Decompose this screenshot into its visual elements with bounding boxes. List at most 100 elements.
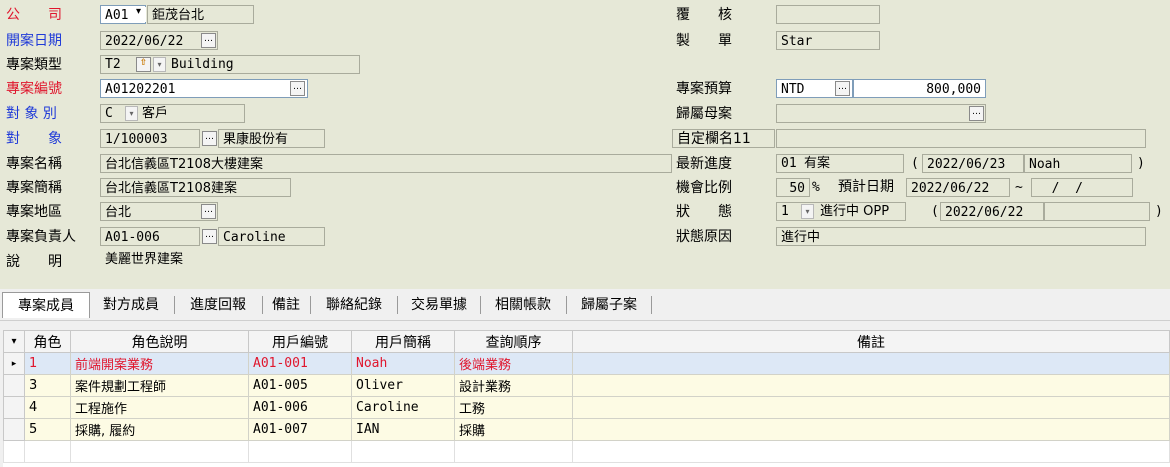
cell-user-name[interactable]: IAN: [351, 418, 455, 441]
area-lookup-button[interactable]: …: [201, 204, 216, 219]
company-code: A01: [105, 8, 129, 23]
review-field: [776, 5, 880, 24]
project-no-input[interactable]: A01202201: [100, 79, 308, 98]
tab-contact-records[interactable]: 聯絡紀錄: [314, 294, 394, 316]
cell-user-id[interactable]: A01-007: [248, 418, 352, 441]
label-company: 公 司: [6, 7, 62, 23]
cell-query-order[interactable]: 工務: [454, 396, 573, 419]
cell-role-desc[interactable]: 前端開案業務: [70, 352, 249, 375]
row-header[interactable]: [3, 418, 25, 441]
cell-user-name[interactable]: Oliver: [351, 374, 455, 397]
table-row[interactable]: 5 採購, 履約 A01-007 IAN 採購: [3, 418, 1170, 441]
chance-pct-field[interactable]: 50: [776, 178, 810, 197]
col-header-role[interactable]: 角色: [24, 330, 71, 353]
project-name-field[interactable]: 台北信義區T2108大樓建案: [100, 154, 672, 173]
cell-user-name[interactable]: Noah: [351, 352, 455, 375]
parent-field[interactable]: [776, 104, 986, 123]
open-date-picker-button[interactable]: …: [201, 33, 216, 48]
est-date-label: 預計日期: [838, 179, 894, 195]
cell-query-order[interactable]: 後端業務: [454, 352, 573, 375]
cell-empty[interactable]: [454, 440, 573, 463]
project-short-field[interactable]: 台北信義區T2108建案: [100, 178, 291, 197]
cell-user-id[interactable]: A01-005: [248, 374, 352, 397]
custom-field[interactable]: [776, 129, 1146, 148]
row-header[interactable]: [3, 440, 25, 463]
cell-note[interactable]: [572, 418, 1170, 441]
table-row[interactable]: 4 工程施作 A01-006 Caroline 工務: [3, 396, 1170, 419]
tab-progress-report[interactable]: 進度回報: [178, 294, 258, 316]
tab-related-accounts[interactable]: 相關帳款: [484, 294, 562, 316]
object-type-dropdown-icon[interactable]: ▾: [125, 106, 138, 121]
company-dropdown-icon[interactable]: ▾: [131, 7, 146, 22]
currency-lookup-button[interactable]: …: [835, 81, 850, 96]
status-date-field: 2022/06/22: [940, 202, 1044, 221]
status-dropdown-icon[interactable]: ▾: [801, 204, 814, 219]
est-date-to-field[interactable]: / /: [1031, 178, 1133, 197]
tab-separator: [480, 296, 481, 314]
cell-note[interactable]: [572, 396, 1170, 419]
object-name-field: 果康股份有: [218, 129, 325, 148]
table-row[interactable]: 3 案件規劃工程師 A01-005 Oliver 設計業務: [3, 374, 1170, 397]
cell-empty[interactable]: [351, 440, 455, 463]
cell-user-name[interactable]: Caroline: [351, 396, 455, 419]
tab-separator: [262, 296, 263, 314]
progress-date-field: 2022/06/23: [922, 154, 1024, 173]
object-code-field[interactable]: 1/100003: [100, 129, 200, 148]
cell-note[interactable]: [572, 374, 1170, 397]
col-header-user-name[interactable]: 用戶簡稱: [351, 330, 455, 353]
type-dropdown-icon[interactable]: ▾: [153, 57, 166, 72]
progress-paren-open: (: [911, 156, 919, 171]
col-header-role-desc[interactable]: 角色說明: [70, 330, 249, 353]
cell-user-id[interactable]: A01-006: [248, 396, 352, 419]
project-no-lookup-button[interactable]: …: [290, 81, 305, 96]
status-extra-field: [1044, 202, 1150, 221]
project-type-code: T2: [105, 57, 121, 72]
tab-child-projects[interactable]: 歸屬子案: [570, 294, 648, 316]
cell-empty[interactable]: [70, 440, 249, 463]
label-object: 對 象: [6, 131, 62, 147]
tab-counterpart-members[interactable]: 對方成員: [93, 294, 169, 316]
table-row-empty[interactable]: [3, 440, 1170, 463]
cell-user-id[interactable]: A01-001: [248, 352, 352, 375]
cell-role-desc[interactable]: 案件規劃工程師: [70, 374, 249, 397]
cell-note[interactable]: [572, 352, 1170, 375]
cell-role[interactable]: 5: [24, 418, 71, 441]
cell-empty[interactable]: [572, 440, 1170, 463]
col-header-user-id[interactable]: 用戶編號: [248, 330, 352, 353]
members-grid: ▾ 角色 角色說明 用戶編號 用戶簡稱 查詢順序 備註 ▸ 1 前端開案業務 A…: [3, 330, 1170, 467]
cell-empty[interactable]: [24, 440, 71, 463]
cell-role[interactable]: 4: [24, 396, 71, 419]
label-progress: 最新進度: [676, 156, 732, 172]
label-project-area: 專案地區: [6, 204, 62, 220]
row-pointer-icon[interactable]: ▸: [3, 352, 25, 375]
tab-project-members[interactable]: 專案成員: [2, 292, 90, 318]
description-text[interactable]: 美麗世界建案: [105, 250, 183, 269]
grid-corner-icon[interactable]: ▾: [3, 330, 25, 353]
type-up-icon[interactable]: ⇧: [136, 57, 151, 72]
cell-role[interactable]: 1: [24, 352, 71, 375]
cell-query-order[interactable]: 採購: [454, 418, 573, 441]
col-header-query-order[interactable]: 查詢順序: [454, 330, 573, 353]
tab-trade-docs[interactable]: 交易單據: [401, 294, 477, 316]
tab-notes[interactable]: 備註: [266, 294, 306, 316]
tab-separator: [651, 296, 652, 314]
object-type-name: 客戶: [142, 106, 169, 121]
cell-role-desc[interactable]: 工程施作: [70, 396, 249, 419]
table-row[interactable]: ▸ 1 前端開案業務 A01-001 Noah 後端業務: [3, 352, 1170, 375]
est-date-from-field[interactable]: 2022/06/22: [906, 178, 1010, 197]
status-reason-field[interactable]: 進行中: [776, 227, 1146, 246]
pct-sign: %: [812, 180, 820, 195]
cell-role-desc[interactable]: 採購, 履約: [70, 418, 249, 441]
cell-empty[interactable]: [248, 440, 352, 463]
budget-field[interactable]: 800,000: [853, 79, 986, 98]
manager-lookup-button[interactable]: …: [202, 229, 217, 244]
row-header[interactable]: [3, 374, 25, 397]
cell-role[interactable]: 3: [24, 374, 71, 397]
col-header-note[interactable]: 備註: [572, 330, 1170, 353]
parent-lookup-button[interactable]: …: [969, 106, 984, 121]
manager-code-field[interactable]: A01-006: [100, 227, 200, 246]
tab-separator: [310, 296, 311, 314]
cell-query-order[interactable]: 設計業務: [454, 374, 573, 397]
row-header[interactable]: [3, 396, 25, 419]
object-lookup-button[interactable]: …: [202, 131, 217, 146]
